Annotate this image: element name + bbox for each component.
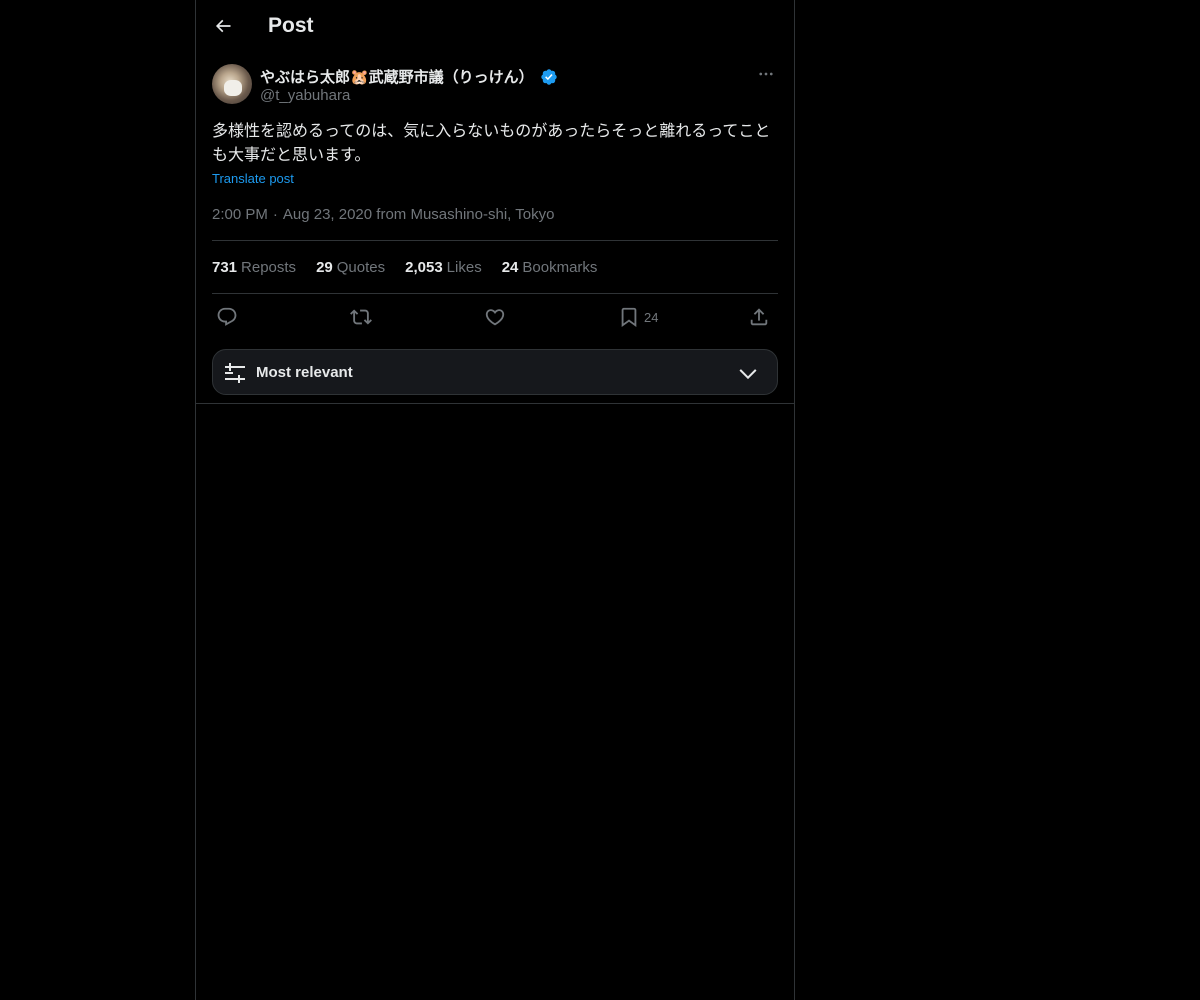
translate-post-link[interactable]: Translate post — [212, 171, 294, 186]
share-button[interactable] — [748, 305, 770, 329]
likes-stat[interactable]: 2,053 Likes — [405, 259, 482, 276]
post-column: Post やぶはら太郎🐹武蔵野市議（りっけん） @t_yabuhara 多様性を… — [195, 0, 795, 1000]
bookmarks-label: Bookmarks — [522, 259, 598, 276]
meta-separator: · — [272, 206, 278, 223]
quotes-label: Quotes — [336, 259, 386, 276]
page-title: Post — [268, 14, 314, 37]
likes-count: 2,053 — [405, 259, 443, 276]
sliders-icon — [225, 363, 245, 383]
header: Post — [196, 0, 794, 54]
bookmark-icon — [621, 307, 637, 328]
verified-badge-icon[interactable] — [540, 68, 558, 86]
repost-icon — [350, 309, 372, 325]
reply-button[interactable] — [216, 305, 238, 329]
post-time[interactable]: 2:00 PM — [212, 206, 268, 223]
divider — [212, 240, 778, 241]
action-bar: 24 — [212, 305, 778, 329]
heart-icon — [485, 309, 505, 326]
post-date-location[interactable]: Aug 23, 2020 from Musashino-shi, Tokyo — [283, 206, 555, 223]
more-icon — [759, 72, 773, 76]
likes-label: Likes — [446, 259, 482, 276]
reposts-stat[interactable]: 731 Reposts — [212, 259, 296, 276]
author-name[interactable]: やぶはら太郎🐹武蔵野市議（りっけん） — [260, 66, 534, 87]
quotes-stat[interactable]: 29 Quotes — [316, 259, 385, 276]
chevron-down-icon — [739, 369, 757, 380]
like-button[interactable] — [484, 305, 506, 329]
reply-icon — [217, 307, 237, 326]
bookmark-button[interactable]: 24 — [618, 305, 658, 329]
divider — [196, 403, 794, 404]
repost-button[interactable] — [350, 305, 372, 329]
avatar[interactable] — [212, 64, 252, 104]
quotes-count: 29 — [316, 259, 333, 276]
author-name-wrap[interactable]: やぶはら太郎🐹武蔵野市議（りっけん） — [260, 66, 558, 87]
bookmark-count: 24 — [644, 309, 659, 325]
reposts-label: Reposts — [241, 259, 297, 276]
post-stats: 731 Reposts 29 Quotes 2,053 Likes 24 Bookmar… — [212, 259, 617, 276]
sort-label: Most relevant — [256, 364, 353, 381]
bookmarks-count: 24 — [501, 259, 519, 276]
post-text: 多様性を認めるってのは、気に入らないものがあったらそっと離れるってことも大事だと… — [212, 121, 771, 164]
author-row: やぶはら太郎🐹武蔵野市議（りっけん） @t_yabuhara — [212, 64, 778, 108]
share-icon — [750, 308, 768, 326]
arrow-left-icon — [215, 19, 231, 33]
author-handle[interactable]: @t_yabuhara — [260, 87, 350, 104]
more-options-button[interactable] — [754, 64, 778, 84]
reposts-count: 731 — [212, 259, 238, 276]
divider — [212, 293, 778, 294]
sort-replies-dropdown[interactable]: Most relevant — [212, 349, 778, 395]
post-meta: 2:00 PM · Aug 23, 2020 from Musashino-shi,… — [212, 206, 554, 223]
back-button[interactable] — [208, 11, 238, 41]
bookmarks-stat[interactable]: 24 Bookmarks — [502, 259, 598, 276]
